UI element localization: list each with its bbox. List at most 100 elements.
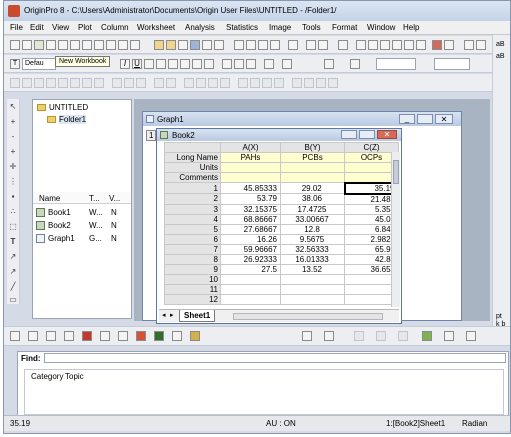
cell[interactable]: 27.5 xyxy=(220,263,281,275)
cell[interactable]: 32.56333 xyxy=(280,243,345,255)
fill-color-icon[interactable] xyxy=(324,59,334,69)
arrange-icon[interactable] xyxy=(112,78,122,88)
new-project-icon[interactable] xyxy=(10,40,20,50)
close-icon[interactable]: ✕ xyxy=(377,130,397,139)
pie-icon[interactable] xyxy=(136,331,146,341)
menu-format[interactable]: Format xyxy=(332,23,357,32)
area-icon[interactable] xyxy=(100,331,110,341)
object-manager-icon[interactable] xyxy=(404,40,414,50)
new-code-icon[interactable] xyxy=(118,40,128,50)
code-builder-icon[interactable] xyxy=(392,40,402,50)
list-item[interactable]: Book1 W... N xyxy=(33,207,131,219)
tab-scroll-left-icon[interactable]: ◂ xyxy=(162,311,166,319)
new-layout-icon[interactable] xyxy=(94,40,104,50)
minimize-icon[interactable] xyxy=(341,130,357,139)
project-explorer-icon[interactable] xyxy=(338,40,348,50)
new-workbook-icon[interactable] xyxy=(34,40,44,50)
list-item[interactable]: Graph1 G... N xyxy=(33,233,131,245)
cell[interactable] xyxy=(220,273,281,285)
add-layer-icon[interactable] xyxy=(22,78,32,88)
save-template-icon[interactable] xyxy=(202,40,212,50)
border-icon[interactable] xyxy=(264,59,274,69)
align-center-icon[interactable] xyxy=(234,59,244,69)
duplicate-icon[interactable] xyxy=(318,40,328,50)
menu-view[interactable]: View xyxy=(52,23,69,32)
row-label[interactable]: Long Name xyxy=(164,152,221,163)
3d-icon[interactable] xyxy=(190,331,200,341)
row-number[interactable]: 10 xyxy=(164,273,221,285)
row-number[interactable]: 4 xyxy=(164,213,221,225)
open-icon[interactable] xyxy=(154,40,164,50)
column-chart-icon[interactable] xyxy=(82,331,92,341)
cell[interactable]: 9.5675 xyxy=(280,233,345,245)
increase-font-icon[interactable] xyxy=(192,59,202,69)
cell[interactable]: 17.4725 xyxy=(280,203,345,215)
cube-icon[interactable] xyxy=(444,331,454,341)
top-align-obj-icon[interactable] xyxy=(208,78,218,88)
results-log-icon[interactable] xyxy=(356,40,366,50)
front-icon[interactable] xyxy=(154,78,164,88)
stat-chart-icon[interactable] xyxy=(118,331,128,341)
new-matrix-icon[interactable] xyxy=(70,40,80,50)
3d-scale-icon[interactable] xyxy=(398,331,408,341)
align-right-icon[interactable] xyxy=(246,59,256,69)
column-header[interactable]: A(X) xyxy=(220,142,281,153)
merge-icon[interactable] xyxy=(34,78,44,88)
new-notes-icon[interactable] xyxy=(106,40,116,50)
same-height-icon[interactable] xyxy=(274,78,284,88)
arrow-tool-icon[interactable]: ↗ xyxy=(8,252,18,262)
import-excel-icon[interactable] xyxy=(270,40,280,50)
save-icon[interactable] xyxy=(190,40,200,50)
new-folder-icon[interactable] xyxy=(22,40,32,50)
cell[interactable]: 68.86667 xyxy=(220,213,281,225)
cell[interactable] xyxy=(220,293,281,305)
cell[interactable] xyxy=(280,273,345,285)
rotate-icon[interactable] xyxy=(304,78,314,88)
template-icon[interactable] xyxy=(302,331,312,341)
cell[interactable] xyxy=(280,162,345,173)
light-icon[interactable] xyxy=(466,331,476,341)
snap-icon[interactable] xyxy=(328,78,338,88)
col-view-header[interactable]: V... xyxy=(109,194,120,203)
menu-edit[interactable]: Edit xyxy=(30,23,44,32)
cell[interactable]: 16.26 xyxy=(220,233,281,245)
contour-icon[interactable] xyxy=(154,331,164,341)
cell[interactable]: 16.01333 xyxy=(280,253,345,265)
line-style-combo[interactable] xyxy=(376,58,416,70)
menu-statistics[interactable]: Statistics xyxy=(226,23,258,32)
horizontal-scrollbar[interactable] xyxy=(233,313,383,320)
project-folder[interactable]: Folder1 xyxy=(59,115,87,124)
col-type-header[interactable]: T... xyxy=(89,194,100,203)
zoom-in-icon[interactable]: + xyxy=(8,117,18,127)
same-width-icon[interactable] xyxy=(262,78,272,88)
scrollbar-thumb[interactable] xyxy=(393,160,399,184)
legend-icon[interactable] xyxy=(70,78,80,88)
import-multiple-icon[interactable] xyxy=(246,40,256,50)
cell[interactable] xyxy=(280,172,345,183)
align-left-icon[interactable] xyxy=(222,59,232,69)
record-icon[interactable] xyxy=(432,40,442,50)
cell[interactable] xyxy=(280,293,345,305)
script-window-icon[interactable] xyxy=(368,40,378,50)
cell[interactable]: 45.85333 xyxy=(220,182,281,194)
export-icon[interactable] xyxy=(214,40,224,50)
screen-reader-icon[interactable]: + xyxy=(8,147,18,157)
cell[interactable] xyxy=(220,283,281,295)
line-tool-icon[interactable]: ╱ xyxy=(8,282,18,292)
vertical-align-icon[interactable] xyxy=(238,78,248,88)
group-icon[interactable] xyxy=(136,78,146,88)
menu-help[interactable]: Help xyxy=(403,23,419,32)
cell[interactable]: 38.06 xyxy=(280,193,345,205)
supersub-icon[interactable] xyxy=(168,59,178,69)
data-reader-icon[interactable]: ✛ xyxy=(8,162,18,172)
menu-column[interactable]: Column xyxy=(101,23,129,32)
greek-icon[interactable] xyxy=(180,59,190,69)
line-icon[interactable] xyxy=(10,331,20,341)
new-excel-icon[interactable] xyxy=(46,40,56,50)
cut-icon[interactable] xyxy=(464,40,474,50)
distribute-icon[interactable] xyxy=(292,78,302,88)
cell[interactable]: 29.02 xyxy=(280,182,345,194)
tab-sheet1[interactable]: Sheet1 xyxy=(179,310,216,322)
workbook-window[interactable]: Book2 ✕ A(X) B(Y) C(Z) Long Name PAHs PC… xyxy=(156,128,402,324)
import-ascii-icon[interactable] xyxy=(234,40,244,50)
